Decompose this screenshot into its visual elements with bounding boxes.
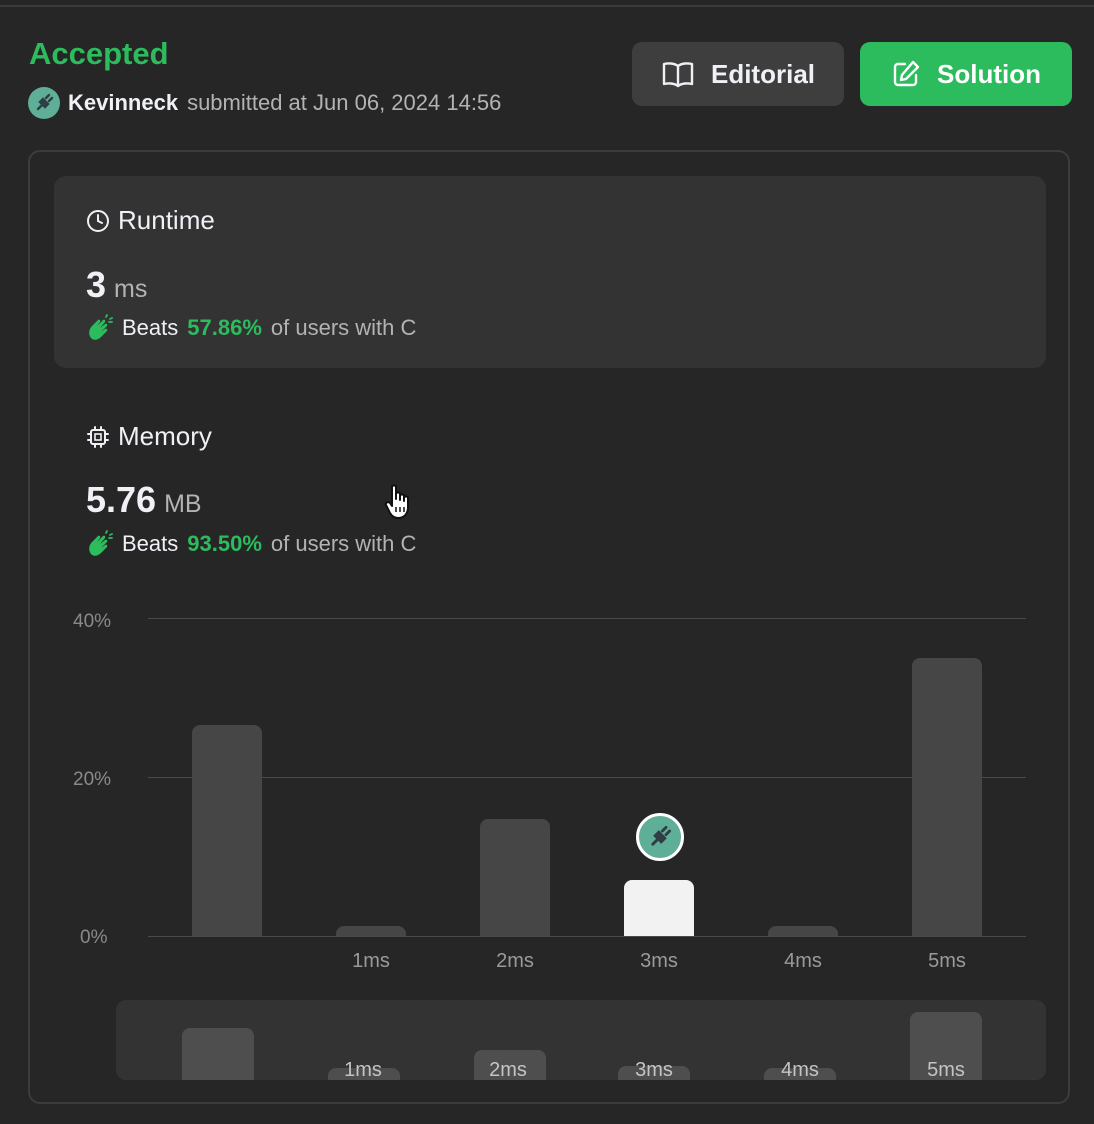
clap-icon <box>89 530 113 556</box>
x-tick-label: 4ms <box>784 950 822 972</box>
chart-bar[interactable] <box>336 925 406 936</box>
memory-beats: Beats 93.50% of users with C <box>86 530 416 558</box>
runtime-beats-percent: 57.86% <box>187 315 262 340</box>
runtime-number: 3 <box>86 264 107 305</box>
memory-value: 5.76 MB <box>86 479 202 521</box>
editorial-label: Editorial <box>710 58 815 89</box>
memory-beats-percent: 93.50% <box>187 531 262 556</box>
x-tick-label: 2ms <box>496 950 534 972</box>
current-submission-avatar-icon[interactable] <box>636 813 684 861</box>
runtime-beats: Beats 57.86% of users with C <box>86 314 416 342</box>
y-tick-40: 40% <box>73 611 112 632</box>
submission-meta: Kevinneck submitted at Jun 06, 2024 14:5… <box>28 87 501 119</box>
chart-bar-current[interactable] <box>624 879 694 936</box>
minimap-label: 3ms <box>635 1059 673 1080</box>
chip-icon <box>87 425 109 448</box>
memory-beats-label: Beats <box>122 531 179 556</box>
submitted-time: submitted at Jun 06, 2024 14:56 <box>187 90 502 115</box>
x-tick-label: 3ms <box>640 950 678 972</box>
runtime-beats-suffix: of users with C <box>270 315 417 340</box>
memory-beats-suffix: of users with C <box>270 531 417 556</box>
runtime-beats-label: Beats <box>122 315 179 340</box>
runtime-value: 3 ms <box>86 264 147 306</box>
clap-icon <box>89 314 113 340</box>
gridline-20 <box>148 777 1026 778</box>
chart-bar[interactable] <box>768 925 838 936</box>
gridline-0 <box>148 936 1026 937</box>
memory-unit: MB <box>164 490 202 518</box>
avatar-icon[interactable] <box>28 87 60 119</box>
clock-icon <box>87 209 109 232</box>
chart-range-minimap[interactable]: 1ms 2ms 3ms 4ms 5ms <box>116 1000 1046 1080</box>
pointer-cursor-icon <box>384 484 409 519</box>
runtime-title-text: Runtime <box>118 205 215 235</box>
minimap-label: 1ms <box>344 1059 382 1080</box>
solution-label: Solution <box>937 58 1041 89</box>
memory-number: 5.76 <box>86 479 157 520</box>
submission-status: Accepted <box>29 36 169 71</box>
editorial-button[interactable]: Editorial <box>632 42 844 106</box>
x-tick-label: 1ms <box>352 950 390 972</box>
y-tick-0: 0% <box>80 927 108 948</box>
username-link[interactable]: Kevinneck <box>68 90 178 116</box>
runtime-title: Runtime <box>86 205 215 236</box>
book-open-icon <box>662 62 694 88</box>
minimap-label: 5ms <box>927 1059 965 1080</box>
solution-button[interactable]: Solution <box>860 42 1072 106</box>
minimap-label: 2ms <box>489 1059 527 1080</box>
minimap-label: 4ms <box>781 1059 819 1080</box>
chart-bar[interactable] <box>192 725 262 936</box>
edit-icon <box>893 60 920 87</box>
minimap-bar <box>182 1028 254 1080</box>
memory-title[interactable]: Memory <box>86 421 212 452</box>
gridline-40 <box>148 618 1026 619</box>
chart-bar[interactable] <box>912 657 982 936</box>
chart-bar[interactable] <box>480 819 550 936</box>
memory-title-text: Memory <box>118 421 212 451</box>
top-divider <box>0 5 1094 7</box>
runtime-unit: ms <box>114 275 148 303</box>
y-tick-20: 20% <box>73 769 112 790</box>
x-tick-label: 5ms <box>928 950 966 972</box>
